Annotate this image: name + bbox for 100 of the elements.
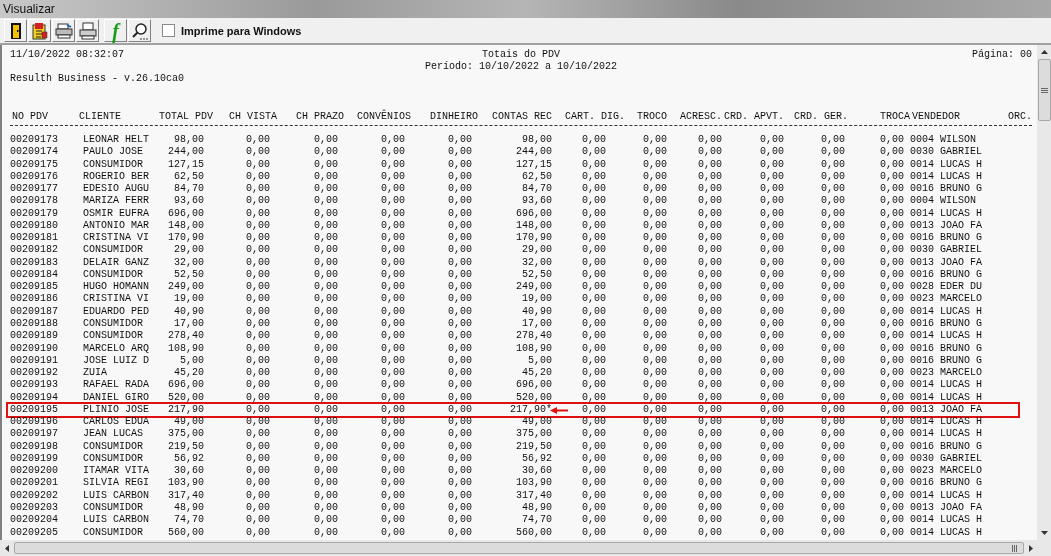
table-cell: 0,00 <box>880 367 904 380</box>
table-cell: 17,00 <box>522 318 552 331</box>
toolbar-button[interactable] <box>28 19 51 42</box>
table-cell: 00209182 <box>10 244 58 257</box>
function-button[interactable]: f <box>104 19 127 42</box>
table-cell: 30,60 <box>174 465 204 478</box>
toolbar-button[interactable] <box>4 19 27 42</box>
table-cell: 19,00 <box>174 293 204 306</box>
table-cell: 0,00 <box>314 268 338 282</box>
table-cell-text: HUGO HOMANN <box>82 281 149 294</box>
table-cell: 0,00 <box>760 379 784 392</box>
table-cell: 00209175 <box>10 158 58 171</box>
table-cell: 0,00 <box>760 170 784 184</box>
table-cell: 0,00 <box>821 256 845 269</box>
table-cell: 00209195 <box>10 403 58 417</box>
table-cell: 0,00 <box>582 207 606 220</box>
table-cell: 0,00 <box>314 428 338 441</box>
table-cell: 0,00 <box>582 391 606 404</box>
toolbar-button[interactable] <box>76 19 99 42</box>
table-cell: 0,00 <box>760 232 784 245</box>
table-cell: 0,00 <box>314 379 338 392</box>
table-cell-text: 0013 JOAO FA <box>909 501 982 515</box>
table-cell: 0,00 <box>760 514 784 527</box>
table-cell: 00209184 <box>10 268 58 282</box>
page-number: Página: 00 <box>971 49 1032 61</box>
table-cell: 0,00 <box>314 318 338 331</box>
table-cell: 0,00 <box>381 477 405 490</box>
table-cell: 0,00 <box>880 342 904 355</box>
report-title: Totais do PDV <box>482 49 560 61</box>
table-cell: 0,00 <box>698 514 722 527</box>
table-cell: 0,00 <box>582 293 606 306</box>
table-cell-text: 0014 LUCAS H <box>909 305 982 318</box>
table-cell: 0,00 <box>314 514 338 527</box>
table-cell: 0,00 <box>448 146 472 159</box>
table-cell: 0,00 <box>381 440 405 453</box>
table-cell-text: 0016 BRUNO G <box>909 477 982 490</box>
table-cell: 0,00 <box>643 526 667 539</box>
table-cell: 0,00 <box>582 367 606 380</box>
table-cell-text: 0014 LUCAS H <box>909 391 982 404</box>
table-cell: 0,00 <box>821 244 845 257</box>
table-cell: 0,00 <box>760 158 784 171</box>
table-cell-text: 0023 MARCELO <box>909 465 982 478</box>
table-cell: 00209199 <box>10 452 58 466</box>
table-cell: 62,50 <box>522 170 552 184</box>
table-cell-text: 0013 JOAO FA <box>909 219 982 233</box>
table-cell: 170,90 <box>516 232 552 245</box>
table-cell: 0,00 <box>246 342 270 355</box>
table-cell: 00209202 <box>10 489 58 502</box>
scroll-left-icon[interactable] <box>5 544 9 552</box>
table-cell: 0,00 <box>448 318 472 331</box>
table-cell: 0,00 <box>880 477 904 490</box>
table-cell: 0,00 <box>314 170 338 184</box>
table-cell: 62,50 <box>174 170 204 184</box>
table-cell: 52,50 <box>174 268 204 282</box>
table-cell: 0,00 <box>448 354 472 368</box>
checkbox[interactable] <box>162 24 175 37</box>
table-cell-text: EDUARDO PED <box>82 305 149 318</box>
table-cell-text: ANTONIO MAR <box>82 219 149 233</box>
scroll-right-icon[interactable] <box>1029 544 1033 552</box>
table-cell-text: 0004 WILSON <box>909 195 976 208</box>
table-cell: 0,00 <box>821 465 845 478</box>
table-cell: 0,00 <box>698 367 722 380</box>
table-cell: 0,00 <box>821 367 845 380</box>
table-cell: 0,00 <box>381 244 405 257</box>
table-cell: 0,00 <box>880 318 904 331</box>
scroll-thumb[interactable] <box>1037 59 1051 121</box>
table-cell: 0,00 <box>448 232 472 245</box>
table-cell: 0,00 <box>698 403 722 417</box>
toolbar-button[interactable] <box>52 19 75 42</box>
table-cell: 0,00 <box>381 514 405 527</box>
table-cell: 0,00 <box>381 281 405 294</box>
table-cell: 0,00 <box>760 416 784 429</box>
table-cell: 0,00 <box>643 354 667 368</box>
table-cell: 0,00 <box>821 403 845 417</box>
table-cell: 0,00 <box>381 183 405 196</box>
scroll-thumb[interactable] <box>14 542 1024 554</box>
table-cell: 0,00 <box>314 465 338 478</box>
scroll-down-icon[interactable] <box>1040 531 1048 535</box>
table-cell: 45,20 <box>522 367 552 380</box>
table-cell: 0,00 <box>448 526 472 539</box>
table-cell: 0,00 <box>582 452 606 466</box>
scroll-up-icon[interactable] <box>1040 50 1048 54</box>
table-cell-text: 0014 LUCAS H <box>909 416 982 429</box>
table-cell-text: EDESIO AUGU <box>82 183 149 196</box>
table-cell: 00209181 <box>10 232 58 245</box>
toolbar-button[interactable] <box>128 19 151 42</box>
table-cell: 520,00 <box>516 391 552 404</box>
table-cell: 0,00 <box>698 170 722 184</box>
table-cell: 170,90 <box>168 232 204 245</box>
table-cell: 0,00 <box>698 183 722 196</box>
table-cell: 0,00 <box>246 428 270 441</box>
document-icon <box>30 21 49 40</box>
table-cell: 00209205 <box>10 526 58 539</box>
table-cell: 0,00 <box>760 354 784 368</box>
system-version: Resulth Business - v.26.10ca0 <box>10 73 185 84</box>
table-cell: 0,00 <box>880 428 904 441</box>
table-cell-text: 0016 BRUNO G <box>909 183 982 196</box>
table-cell: 0,00 <box>381 305 405 318</box>
table-cell: 0,00 <box>246 318 270 331</box>
table-cell: 0,00 <box>880 354 904 368</box>
